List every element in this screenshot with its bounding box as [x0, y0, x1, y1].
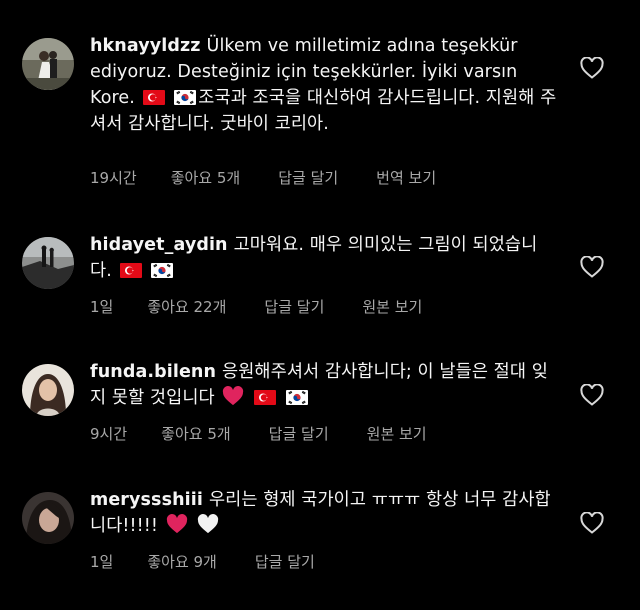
likes-count[interactable]: 좋아요 5개 [171, 167, 241, 188]
avatar[interactable] [22, 492, 74, 544]
turkey-flag-emoji [119, 263, 142, 278]
comment-text: meryssshiii 우리는 형제 국가이고 ㅠㅠㅠ 항상 너무 감사합니다!!… [90, 487, 558, 539]
turkey-flag-emoji [142, 90, 165, 105]
comment-meta: 9시간 좋아요 5개 답글 달기 원본 보기 [90, 423, 465, 444]
comment-username[interactable]: hknayyldzz [90, 36, 201, 56]
comment-text: hknayyldzz Ülkem ve milletimiz adına teşe… [90, 33, 558, 137]
reply-button[interactable]: 답글 달기 [278, 167, 338, 188]
korea-flag-emoji [174, 90, 197, 105]
translate-button[interactable]: 원본 보기 [362, 296, 422, 317]
avatar[interactable] [22, 364, 74, 416]
likes-count[interactable]: 좋아요 22개 [147, 296, 226, 317]
korea-flag-emoji [285, 390, 308, 405]
likes-count[interactable]: 좋아요 5개 [161, 423, 231, 444]
korea-flag-emoji [151, 263, 174, 278]
avatar[interactable] [22, 38, 74, 90]
comment-text: hidayet_aydin 고마워요. 매우 의미있는 그림이 되었습니다. [90, 232, 558, 284]
comment-time: 1일 [90, 553, 114, 571]
comment-username[interactable]: funda.bilenn [90, 362, 216, 382]
white-heart-emoji [197, 514, 219, 534]
comment-meta: 1일 좋아요 22개 답글 달기 원본 보기 [90, 296, 460, 317]
turkey-flag-emoji [254, 390, 277, 405]
heart-outline-icon[interactable] [580, 255, 604, 278]
comment-meta: 1일 좋아요 9개 답글 달기 [90, 551, 353, 572]
comment-meta: 19시간 좋아요 5개 답글 달기 번역 보기 [90, 167, 474, 188]
comment-time: 1일 [90, 298, 114, 316]
translate-button[interactable]: 원본 보기 [367, 423, 427, 444]
comment-time: 19시간 [90, 169, 137, 187]
translate-button[interactable]: 번역 보기 [376, 167, 436, 188]
heart-outline-icon[interactable] [580, 56, 604, 79]
red-heart-emoji [166, 514, 188, 534]
comment-text: funda.bilenn 응원해주셔서 감사합니다; 이 날들은 절대 잊지 못할… [90, 359, 558, 411]
heart-outline-icon[interactable] [580, 511, 604, 534]
comment-time: 9시간 [90, 425, 128, 443]
comment-username[interactable]: meryssshiii [90, 490, 203, 510]
reply-button[interactable]: 답글 달기 [255, 551, 315, 572]
reply-button[interactable]: 답글 달기 [269, 423, 329, 444]
heart-outline-icon[interactable] [580, 383, 604, 406]
avatar[interactable] [22, 237, 74, 289]
likes-count[interactable]: 좋아요 9개 [147, 551, 217, 572]
red-heart-emoji [222, 386, 244, 406]
comment-username[interactable]: hidayet_aydin [90, 235, 228, 255]
reply-button[interactable]: 답글 달기 [264, 296, 324, 317]
